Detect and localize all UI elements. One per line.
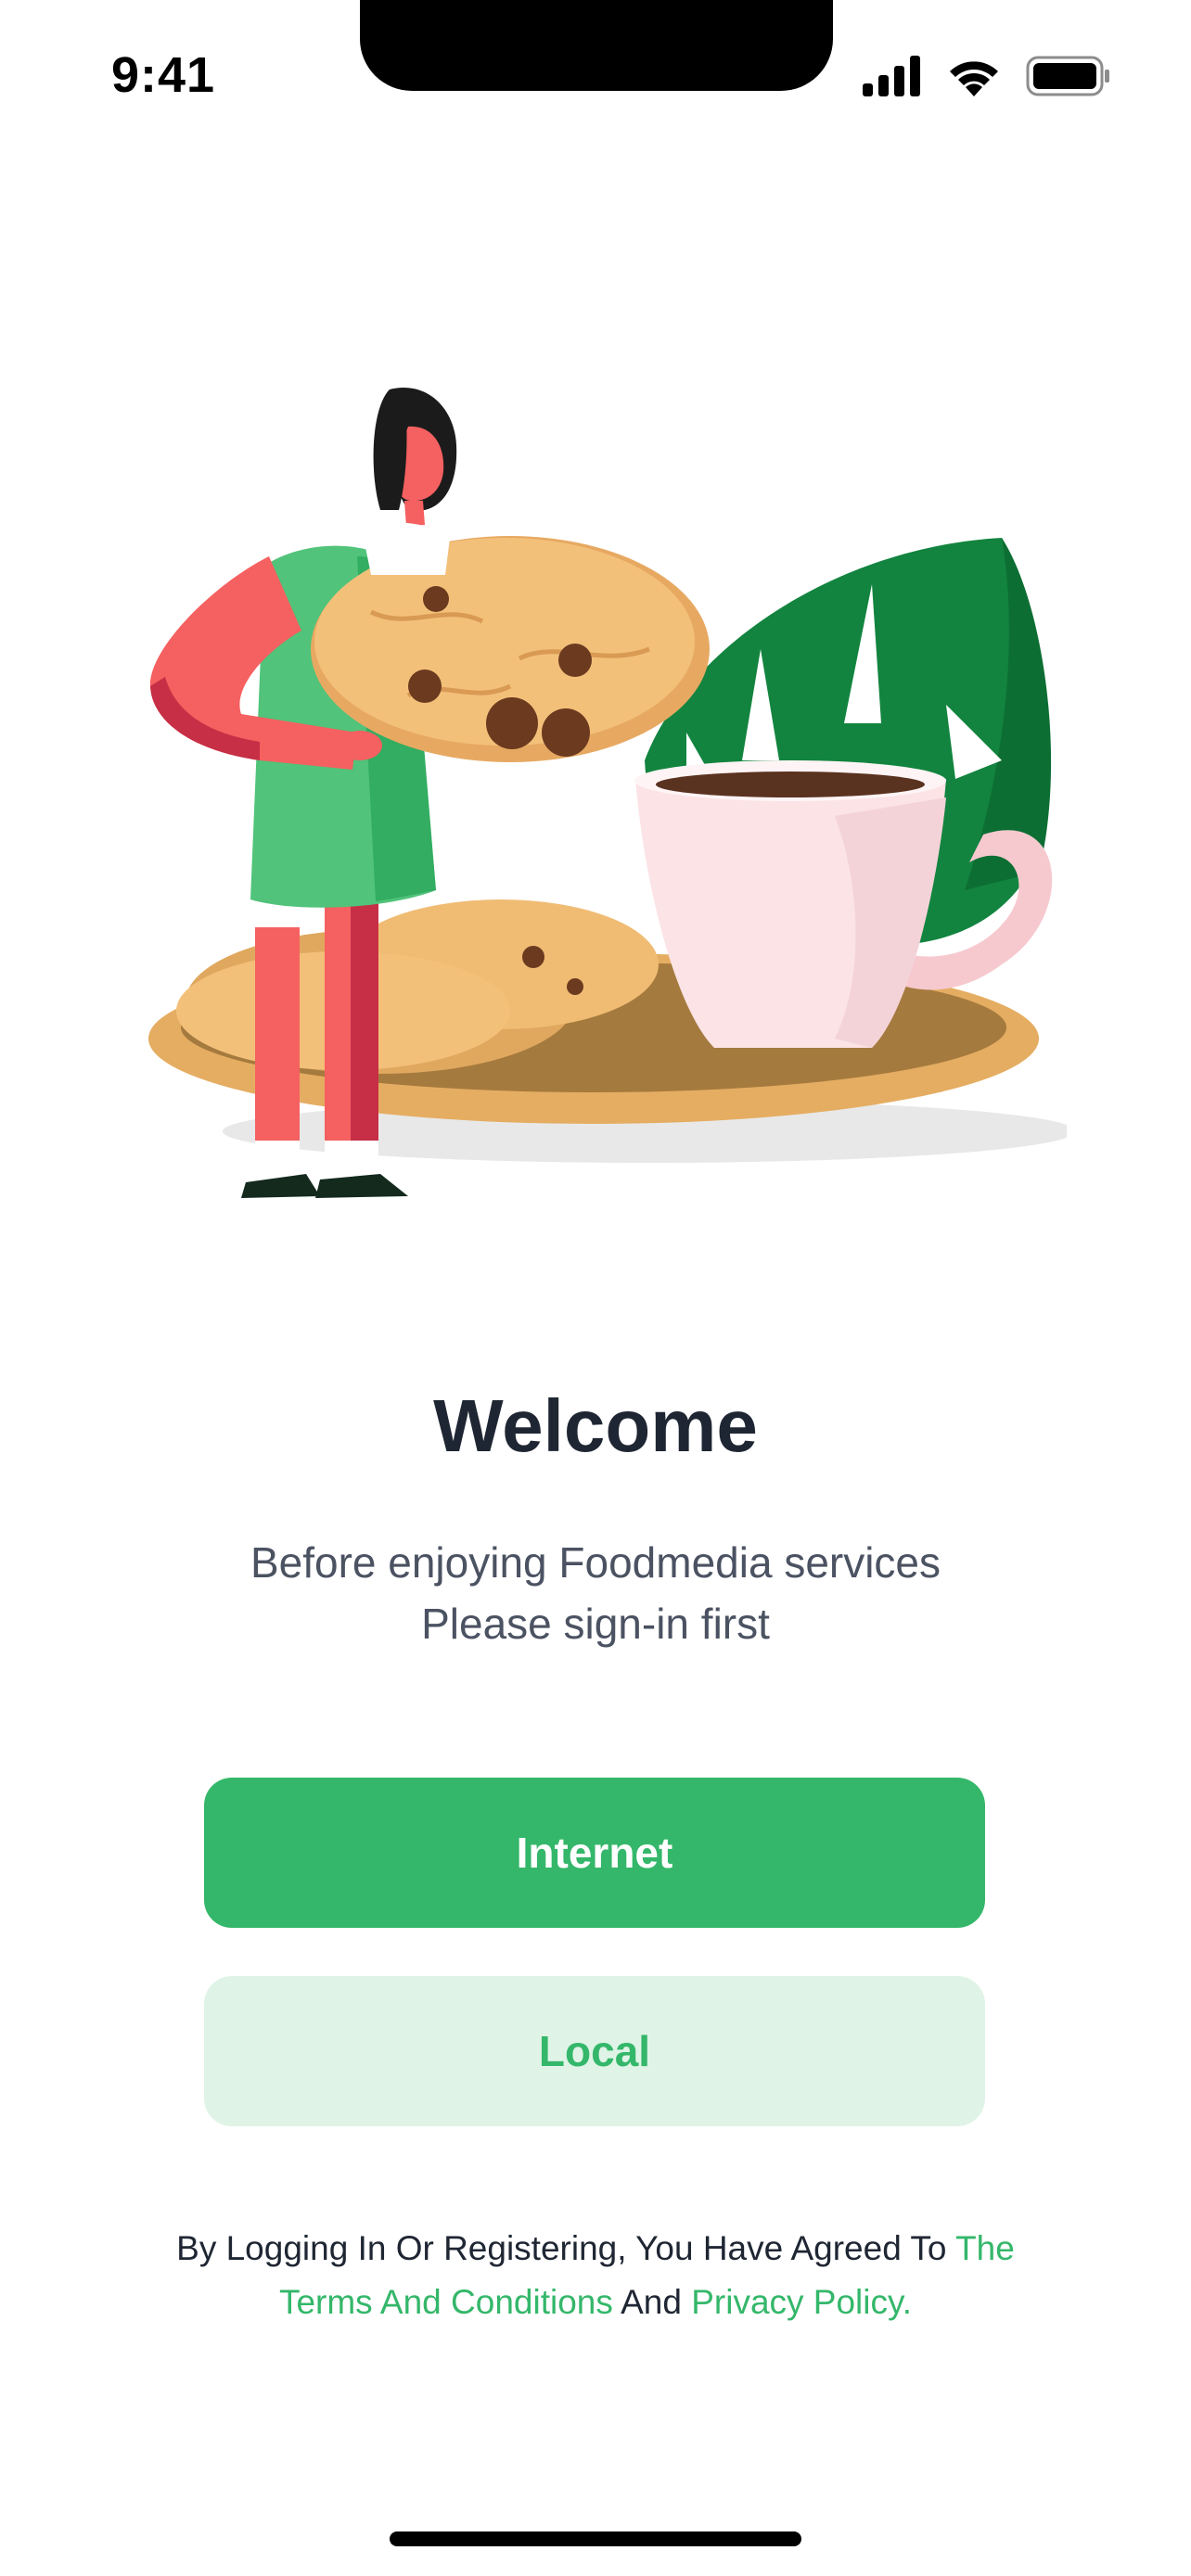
cellular-signal-icon [863,56,922,96]
wifi-icon [946,56,1002,96]
legal-prefix: By Logging In Or Registering, You Have A… [176,2229,956,2267]
battery-icon [1026,56,1111,96]
legal-notice: By Logging In Or Registering, You Have A… [139,2222,1052,2329]
status-bar: 9:41 [0,0,1191,139]
subtitle-line-2: Please sign-in first [421,1600,770,1648]
legal-joiner: And [612,2283,692,2321]
hero-illustration [130,371,1067,1205]
subtitle-line-1: Before enjoying Foodmedia services [250,1538,941,1587]
local-button[interactable]: Local [204,1976,985,2126]
local-button-label: Local [538,2027,651,2075]
home-indicator [390,2531,801,2546]
internet-button-label: Internet [516,1829,673,1877]
welcome-subtitle: Before enjoying Foodmedia services Pleas… [0,1532,1191,1654]
status-icons [863,56,1111,96]
privacy-policy-link[interactable]: Privacy Policy. [691,2283,912,2321]
welcome-title: Welcome [433,1384,758,1467]
device-notch [360,0,833,91]
internet-button[interactable]: Internet [204,1778,985,1928]
woman-holding-cookie-illustration [148,388,1067,1198]
status-time: 9:41 [111,47,216,103]
